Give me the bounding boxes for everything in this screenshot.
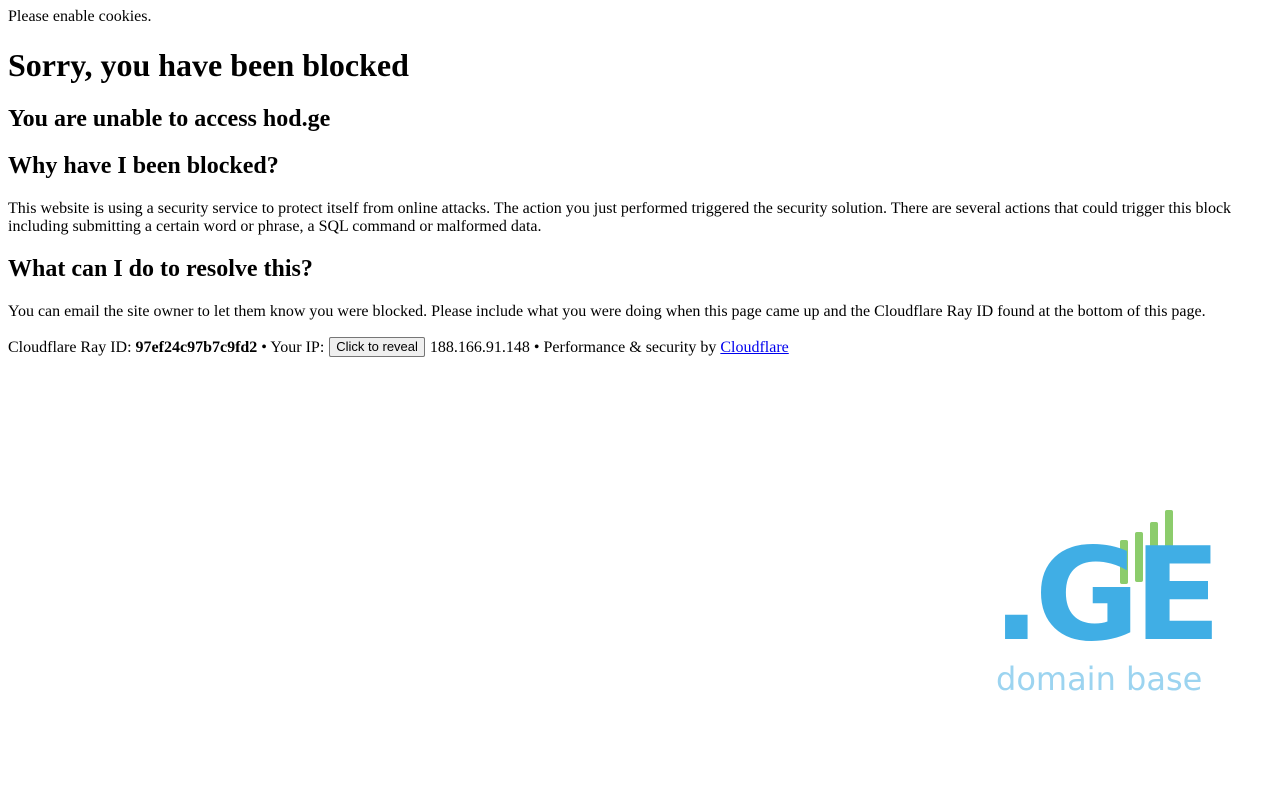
- why-blocked-text: This website is using a security service…: [8, 200, 1232, 235]
- cloudflare-link[interactable]: Cloudflare: [720, 339, 788, 356]
- cookies-notice: Please enable cookies.: [8, 8, 152, 25]
- performance-label: Performance & security by: [543, 339, 721, 356]
- resolve-text: You can email the site owner to let them…: [8, 303, 1206, 320]
- logo-tagline: domain base: [996, 660, 1202, 698]
- reveal-ip-button[interactable]: Click to reveal: [329, 337, 425, 357]
- footer-separator: •: [257, 339, 271, 356]
- why-blocked-heading: Why have I been blocked?: [8, 153, 279, 179]
- footer-separator: •: [529, 339, 544, 356]
- ray-id-value: 97ef24c97b7c9fd2: [135, 339, 258, 356]
- resolve-heading: What can I do to resolve this?: [8, 256, 313, 282]
- blocked-page: Please enable cookies. Sorry, you have b…: [0, 0, 1280, 800]
- ray-id-footer: Cloudflare Ray ID: 97ef24c97b7c9fd2 • Yo…: [8, 337, 789, 358]
- access-subtitle: You are unable to access hod.ge: [8, 106, 331, 132]
- ray-id-label: Cloudflare Ray ID:: [8, 339, 136, 356]
- ip-address: 188.166.91.148: [425, 339, 530, 356]
- ge-domain-base-logo: .GE domain base: [992, 507, 1221, 698]
- logo-graphic: .GE domain base: [992, 510, 1221, 698]
- logo-mark: .GE: [992, 521, 1215, 670]
- ip-label: Your IP:: [270, 339, 329, 356]
- page-title: Sorry, you have been blocked: [8, 47, 409, 83]
